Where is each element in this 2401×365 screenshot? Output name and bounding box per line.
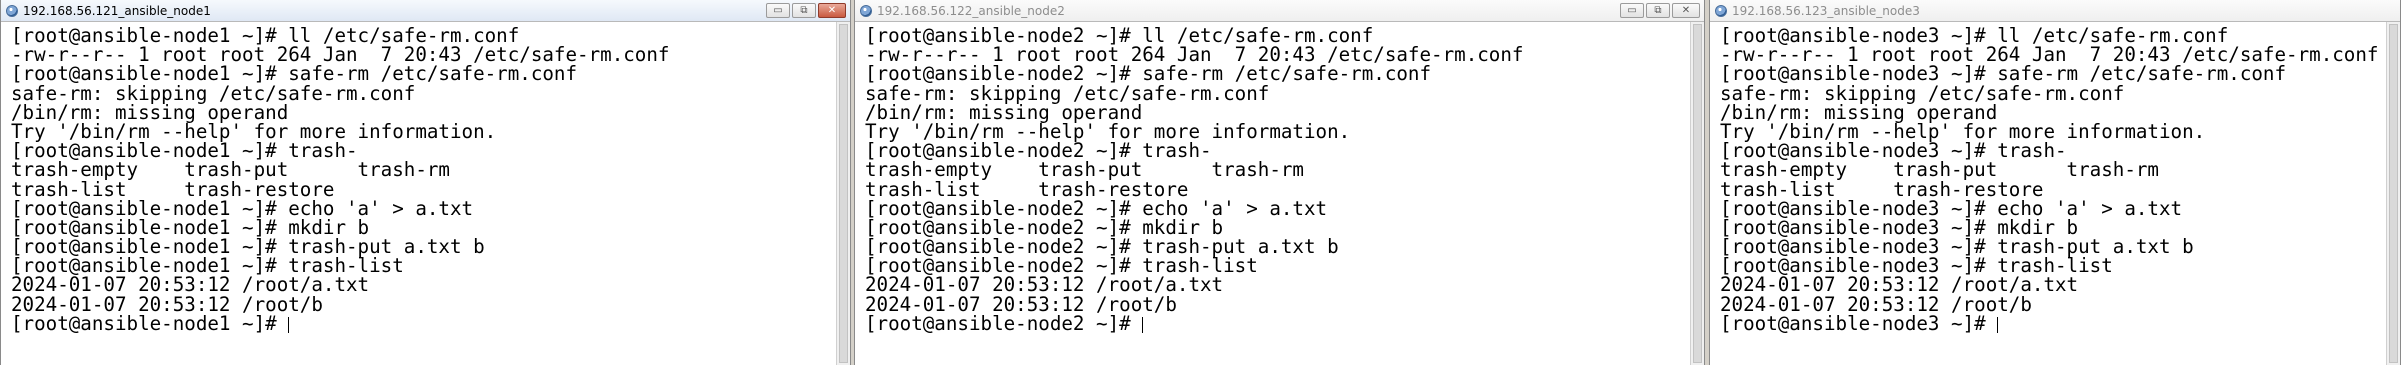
terminal-line: safe-rm: skipping /etc/safe-rm.conf <box>865 81 1270 105</box>
terminal-prompt: [root@ansible-node1 ~]# <box>11 311 289 335</box>
terminal-output[interactable]: [root@ansible-node1 ~]# ll /etc/safe-rm.… <box>1 22 836 365</box>
terminal-line: 2024-01-07 20:53:12 /root/a.txt <box>865 273 1224 297</box>
terminal-prompt-line: [root@ansible-node2 ~]# <box>865 314 1690 333</box>
terminal-window-node3[interactable]: 192.168.56.123_ansible_node3 [root@ansib… <box>1709 0 2401 365</box>
window-controls: ▭ ⧉ ✕ <box>766 3 846 18</box>
window-title: 192.168.56.122_ansible_node2 <box>877 3 1065 18</box>
window-titlebar[interactable]: 192.168.56.123_ansible_node3 <box>1710 0 2400 22</box>
window-titlebar[interactable]: 192.168.56.121_ansible_node1 ▭ ⧉ ✕ <box>1 0 850 22</box>
terminal-line: [root@ansible-node1 ~]# echo 'a' > a.txt <box>11 196 474 220</box>
terminal-line: safe-rm: skipping /etc/safe-rm.conf <box>1720 81 2125 105</box>
terminal-line: trash-list trash-restore <box>865 177 1189 201</box>
terminal-line: trash-list trash-restore <box>1720 177 2044 201</box>
terminal-window-node1[interactable]: 192.168.56.121_ansible_node1 ▭ ⧉ ✕ [root… <box>0 0 851 365</box>
maximize-button[interactable]: ⧉ <box>1646 3 1670 18</box>
terminal-line: trash-empty trash-put trash-rm <box>1720 158 2159 182</box>
terminal-line: trash-empty trash-put trash-rm <box>11 158 450 182</box>
text-cursor <box>1142 316 1144 333</box>
terminal-line: [root@ansible-node2 ~]# safe-rm /etc/saf… <box>865 62 1432 86</box>
terminal-output[interactable]: [root@ansible-node2 ~]# ll /etc/safe-rm.… <box>855 22 1690 365</box>
minimize-button[interactable]: ▭ <box>766 3 790 18</box>
terminal-line: 2024-01-07 20:53:12 /root/a.txt <box>1720 273 2079 297</box>
window-title: 192.168.56.121_ansible_node1 <box>23 3 211 18</box>
terminal-line: trash-list trash-restore <box>11 177 335 201</box>
terminal-line: [root@ansible-node3 ~]# echo 'a' > a.txt <box>1720 196 2183 220</box>
terminal-prompt: [root@ansible-node2 ~]# <box>865 311 1143 335</box>
terminal-output[interactable]: [root@ansible-node3 ~]# ll /etc/safe-rm.… <box>1710 22 2386 365</box>
scrollbar-thumb[interactable] <box>1693 24 1702 363</box>
scrollbar-thumb[interactable] <box>839 24 848 363</box>
terminal-line: trash-empty trash-put trash-rm <box>865 158 1304 182</box>
terminal-session-icon <box>6 4 18 17</box>
terminal-prompt-line: [root@ansible-node3 ~]# <box>1720 314 2386 333</box>
close-button[interactable]: ✕ <box>1672 3 1700 18</box>
text-cursor <box>1997 316 1999 333</box>
close-button[interactable]: ✕ <box>818 3 846 18</box>
window-titlebar[interactable]: 192.168.56.122_ansible_node2 ▭ ⧉ ✕ <box>855 0 1704 22</box>
terminal-line: 2024-01-07 20:53:12 /root/a.txt <box>11 273 370 297</box>
terminal-line: [root@ansible-node1 ~]# safe-rm /etc/saf… <box>11 62 578 86</box>
scrollbar-thumb[interactable] <box>2389 24 2398 363</box>
terminal-line: [root@ansible-node2 ~]# echo 'a' > a.txt <box>865 196 1328 220</box>
terminal-window-node2[interactable]: 192.168.56.122_ansible_node2 ▭ ⧉ ✕ [root… <box>854 0 1705 365</box>
window-controls: ▭ ⧉ ✕ <box>1620 3 1700 18</box>
text-cursor <box>288 316 290 333</box>
terminal-prompt-line: [root@ansible-node1 ~]# <box>11 314 836 333</box>
terminal-session-icon <box>860 4 872 17</box>
vertical-scrollbar[interactable] <box>836 22 850 365</box>
terminal-prompt: [root@ansible-node3 ~]# <box>1720 311 1998 335</box>
vertical-scrollbar[interactable] <box>2386 22 2400 365</box>
minimize-button[interactable]: ▭ <box>1620 3 1644 18</box>
maximize-button[interactable]: ⧉ <box>792 3 816 18</box>
terminal-line: [root@ansible-node3 ~]# safe-rm /etc/saf… <box>1720 62 2287 86</box>
window-title: 192.168.56.123_ansible_node3 <box>1732 3 1920 18</box>
terminal-line: safe-rm: skipping /etc/safe-rm.conf <box>11 81 416 105</box>
vertical-scrollbar[interactable] <box>1690 22 1704 365</box>
terminal-session-icon <box>1715 4 1727 17</box>
